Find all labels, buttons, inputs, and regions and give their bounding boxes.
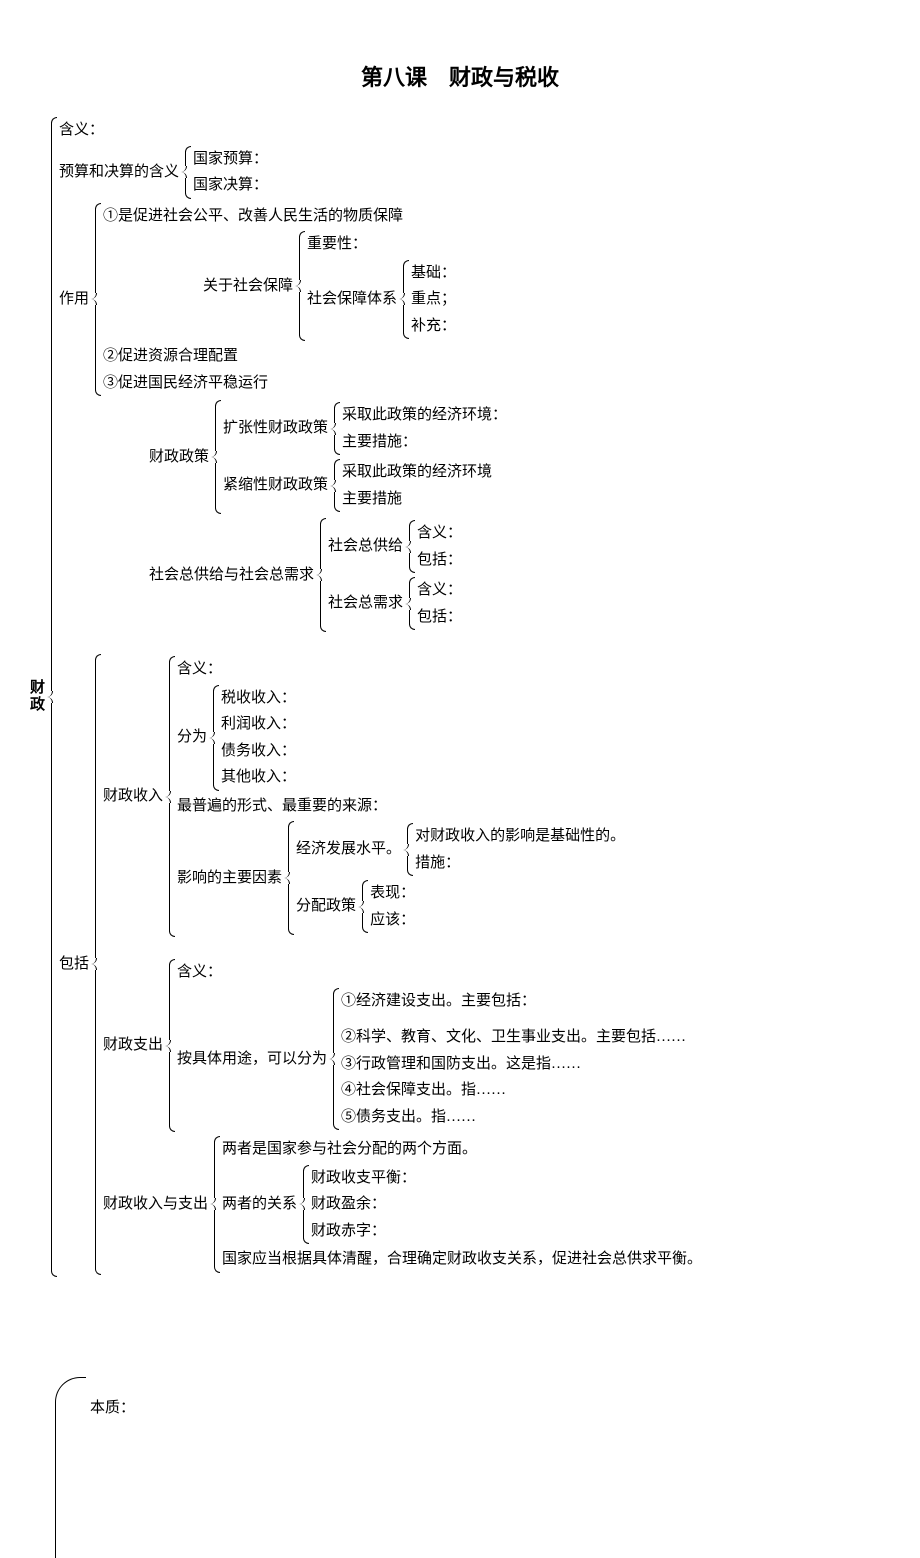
both-a: 两者是国家参与社会分配的两个方面。 [222,1138,702,1161]
bottom-section: 本质： [90,1397,890,1420]
exp-measure: 主要措施： [342,431,507,454]
supply-meaning: 含义： [417,522,462,545]
ss-sys-c: 补充： [411,315,456,338]
con-policy-brace: 紧缩性财政政策 采取此政策的经济环境 主要措施 [223,459,492,512]
role-label: 作用 [59,288,89,311]
ss-sys-b: 重点； [411,288,456,311]
con-measure: 主要措施 [342,488,492,511]
eco-b: 措施： [415,852,625,875]
dist-brace: 分配政策 表现： 应该： [296,880,415,933]
national-final: 国家决算： [193,174,268,197]
ss-sys-a: 基础： [411,262,456,285]
root-brace: 财政 含义： 预算和决算的含义 国家预算： 国家决算： 作用 ①是促进社会公平、… [30,117,702,1277]
con-policy-label: 紧缩性财政政策 [223,474,328,497]
dist-b: 应该： [370,909,415,932]
expense-brace: 财政支出 含义： 按具体用途，可以分为 ①经济建设支出。主要包括： [103,959,686,1132]
use-c: ③行政管理和国防支出。这是指…… [341,1053,686,1076]
type-debt: 债务收入： [221,740,296,763]
supply-label: 社会总供给 [328,535,403,558]
include-label: 包括 [59,953,89,976]
use-a: ①经济建设支出。主要包括： [341,990,686,1013]
both-c: 国家应当根据具体清醒，合理确定财政收支关系，促进社会总供求平衡。 [222,1248,702,1271]
income-meaning: 含义： [177,658,625,681]
eco-brace: 经济发展水平。 对财政收入的影响是基础性的。 措施： [296,823,625,876]
type-other: 其他收入： [221,766,296,789]
income-types-brace: 分为 税收收入： 利润收入： 债务收入： 其他收入： [177,685,296,791]
role-3: ③促进国民经济平稳运行 [103,372,456,395]
expense-meaning: 含义： [177,961,686,984]
supply-include: 包括： [417,549,462,572]
demand-label: 社会总需求 [328,592,403,615]
use-e: ⑤债务支出。指…… [341,1106,686,1129]
bottom-brace-icon [55,1377,86,1558]
both-label: 财政收入与支出 [103,1193,208,1216]
dist-a: 表现： [370,882,415,905]
demand-include: 包括： [417,606,462,629]
rel-b: 财政盈余： [311,1193,416,1216]
root-label: 财政 [30,680,45,713]
role-brace: 作用 ①是促进社会公平、改善人民生活的物质保障 关于社会保障 重要性： [59,203,456,397]
dist-label: 分配政策 [296,895,356,918]
meaning: 含义： [59,119,702,142]
income-label: 财政收入 [103,785,163,808]
national-budget: 国家预算： [193,148,268,171]
use-d: ④社会保障支出。指…… [341,1079,686,1102]
eco-label: 经济发展水平。 [296,838,401,861]
type-tax: 税收收入： [221,687,296,710]
policy-label: 财政政策 [149,446,209,469]
con-env: 采取此政策的经济环境 [342,461,492,484]
rel-label: 两者的关系 [222,1193,297,1216]
page-title: 第八课 财政与税收 [30,60,890,92]
ss-importance: 重要性： [307,233,456,256]
sd-brace: 社会总供给与社会总需求 社会总供给 含义： 包括： [149,518,462,632]
ss-label: 关于社会保障 [203,275,293,298]
ss-system-brace: 社会保障体系 基础： 重点； 补充： [307,260,456,340]
income-brace: 财政收入 含义： 分为 税收收入： [103,656,625,937]
budget-brace: 预算和决算的含义 国家预算： 国家决算： [59,146,268,199]
exp-policy-brace: 扩张性财政政策 采取此政策的经济环境： 主要措施： [223,402,507,455]
ss-system-label: 社会保障体系 [307,288,397,311]
type-profit: 利润收入： [221,713,296,736]
exp-policy-label: 扩张性财政政策 [223,417,328,440]
supply-brace: 社会总供给 含义： 包括： [328,520,462,573]
expense-label: 财政支出 [103,1034,163,1057]
use-b: ②科学、教育、文化、卫生事业支出。主要包括…… [341,1026,686,1049]
sd-label: 社会总供给与社会总需求 [149,564,314,587]
rel-c: 财政赤字： [311,1220,416,1243]
factors-label: 影响的主要因素 [177,867,282,890]
eco-a: 对财政收入的影响是基础性的。 [415,825,625,848]
use-label: 按具体用途，可以分为 [177,1048,327,1071]
demand-meaning: 含义： [417,579,462,602]
rel-a: 财政收支平衡： [311,1167,416,1190]
income-types-label: 分为 [177,726,207,749]
use-brace: 按具体用途，可以分为 ①经济建设支出。主要包括： ②科学、教育、文化、卫生事业支… [177,988,686,1131]
both-brace: 财政收入与支出 两者是国家参与社会分配的两个方面。 两者的关系 财政 [103,1136,702,1273]
demand-brace: 社会总需求 含义： 包括： [328,577,462,630]
income-main: 最普遍的形式、最重要的来源： [177,795,625,818]
role-2: ②促进资源合理配置 [103,345,456,368]
budget-label: 预算和决算的含义 [59,161,179,184]
policy-brace: 财政政策 扩张性财政政策 采取此政策的经济环境： 主要措施： [149,400,507,514]
factors-brace: 影响的主要因素 经济发展水平。 [177,821,625,935]
rel-brace: 两者的关系 财政收支平衡： 财政盈余： 财政赤字： [222,1165,416,1245]
role-1: ①是促进社会公平、改善人民生活的物质保障 [103,205,456,228]
social-security-brace: 关于社会保障 重要性： 社会保障体系 基础： [203,231,456,341]
exp-env: 采取此政策的经济环境： [342,404,507,427]
essence: 本质： [90,1397,890,1420]
include-brace: 包括 财政收入 含义： 分为 [59,654,702,1275]
